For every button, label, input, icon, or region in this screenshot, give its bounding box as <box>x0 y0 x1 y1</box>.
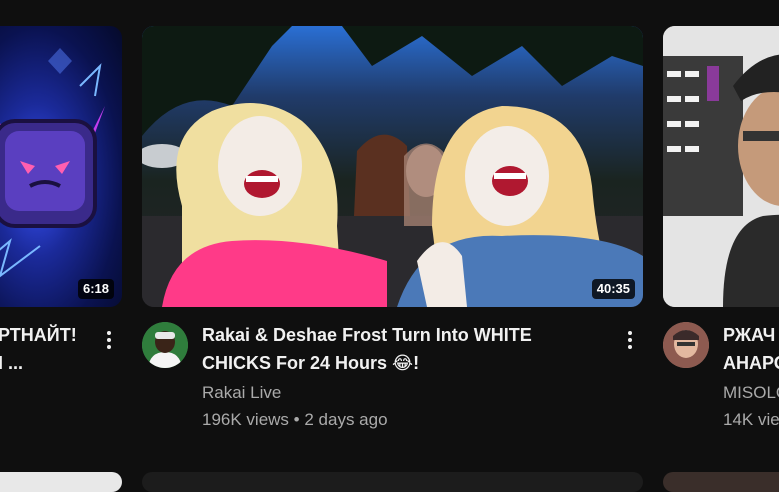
video-thumbnail-right[interactable] <box>663 26 779 307</box>
video-duration-badge: 6:18 <box>77 279 114 299</box>
more-actions-button[interactable] <box>618 328 642 352</box>
game-character-illustration <box>0 48 105 278</box>
video-title-line1[interactable]: РТНАЙТ! <box>0 321 77 349</box>
video-title-line1[interactable]: РЖАЧ <box>723 321 775 349</box>
channel-avatar[interactable] <box>663 322 709 368</box>
video-title-text: CHICKS For 24 Hours <box>202 353 388 373</box>
metadata-separator: • <box>293 410 300 429</box>
kebab-dot-icon <box>107 338 111 342</box>
video-thumbnail-left[interactable]: 6:18 <box>0 26 122 307</box>
avatar-person-icon <box>663 322 709 368</box>
upload-age: 2 days ago <box>304 410 388 429</box>
kebab-dot-icon <box>107 331 111 335</box>
thumbnail-photo-illustration <box>142 26 643 307</box>
video-title-line1[interactable]: Rakai & Deshae Frost Turn Into WHITE <box>202 321 532 349</box>
view-count: 196K views <box>202 410 289 429</box>
video-title-text: Rakai & Deshae Frost Turn Into WHITE <box>202 325 532 345</box>
next-row-thumbnail-left[interactable] <box>0 472 122 492</box>
video-title-line2[interactable]: I ... <box>0 349 23 377</box>
kebab-dot-icon <box>628 338 632 342</box>
channel-name-link[interactable]: Rakai Live <box>202 383 281 403</box>
kebab-dot-icon <box>107 345 111 349</box>
video-title-end: ! <box>413 353 420 373</box>
video-metadata: 196K views • 2 days ago <box>202 410 388 430</box>
next-row-thumbnail-right[interactable] <box>663 472 779 492</box>
avatar-person-icon <box>142 322 188 368</box>
video-duration-badge: 40:35 <box>591 279 635 299</box>
view-count: 14K vie <box>723 410 779 429</box>
thumbnail-photo-illustration <box>663 26 779 307</box>
kebab-dot-icon <box>628 345 632 349</box>
channel-name-link[interactable]: MISOLO <box>723 383 779 403</box>
channel-avatar[interactable] <box>142 322 188 368</box>
video-title-line2[interactable]: CHICKS For 24 Hours 😂! <box>202 349 419 378</box>
video-thumbnail-main[interactable]: 40:35 <box>142 26 643 307</box>
video-title-line2[interactable]: АНАРО <box>723 349 779 377</box>
kebab-dot-icon <box>628 331 632 335</box>
next-row-thumbnail-main[interactable] <box>142 472 643 492</box>
more-actions-button[interactable] <box>97 328 121 352</box>
laughing-emoji-icon: 😂 <box>392 353 414 374</box>
